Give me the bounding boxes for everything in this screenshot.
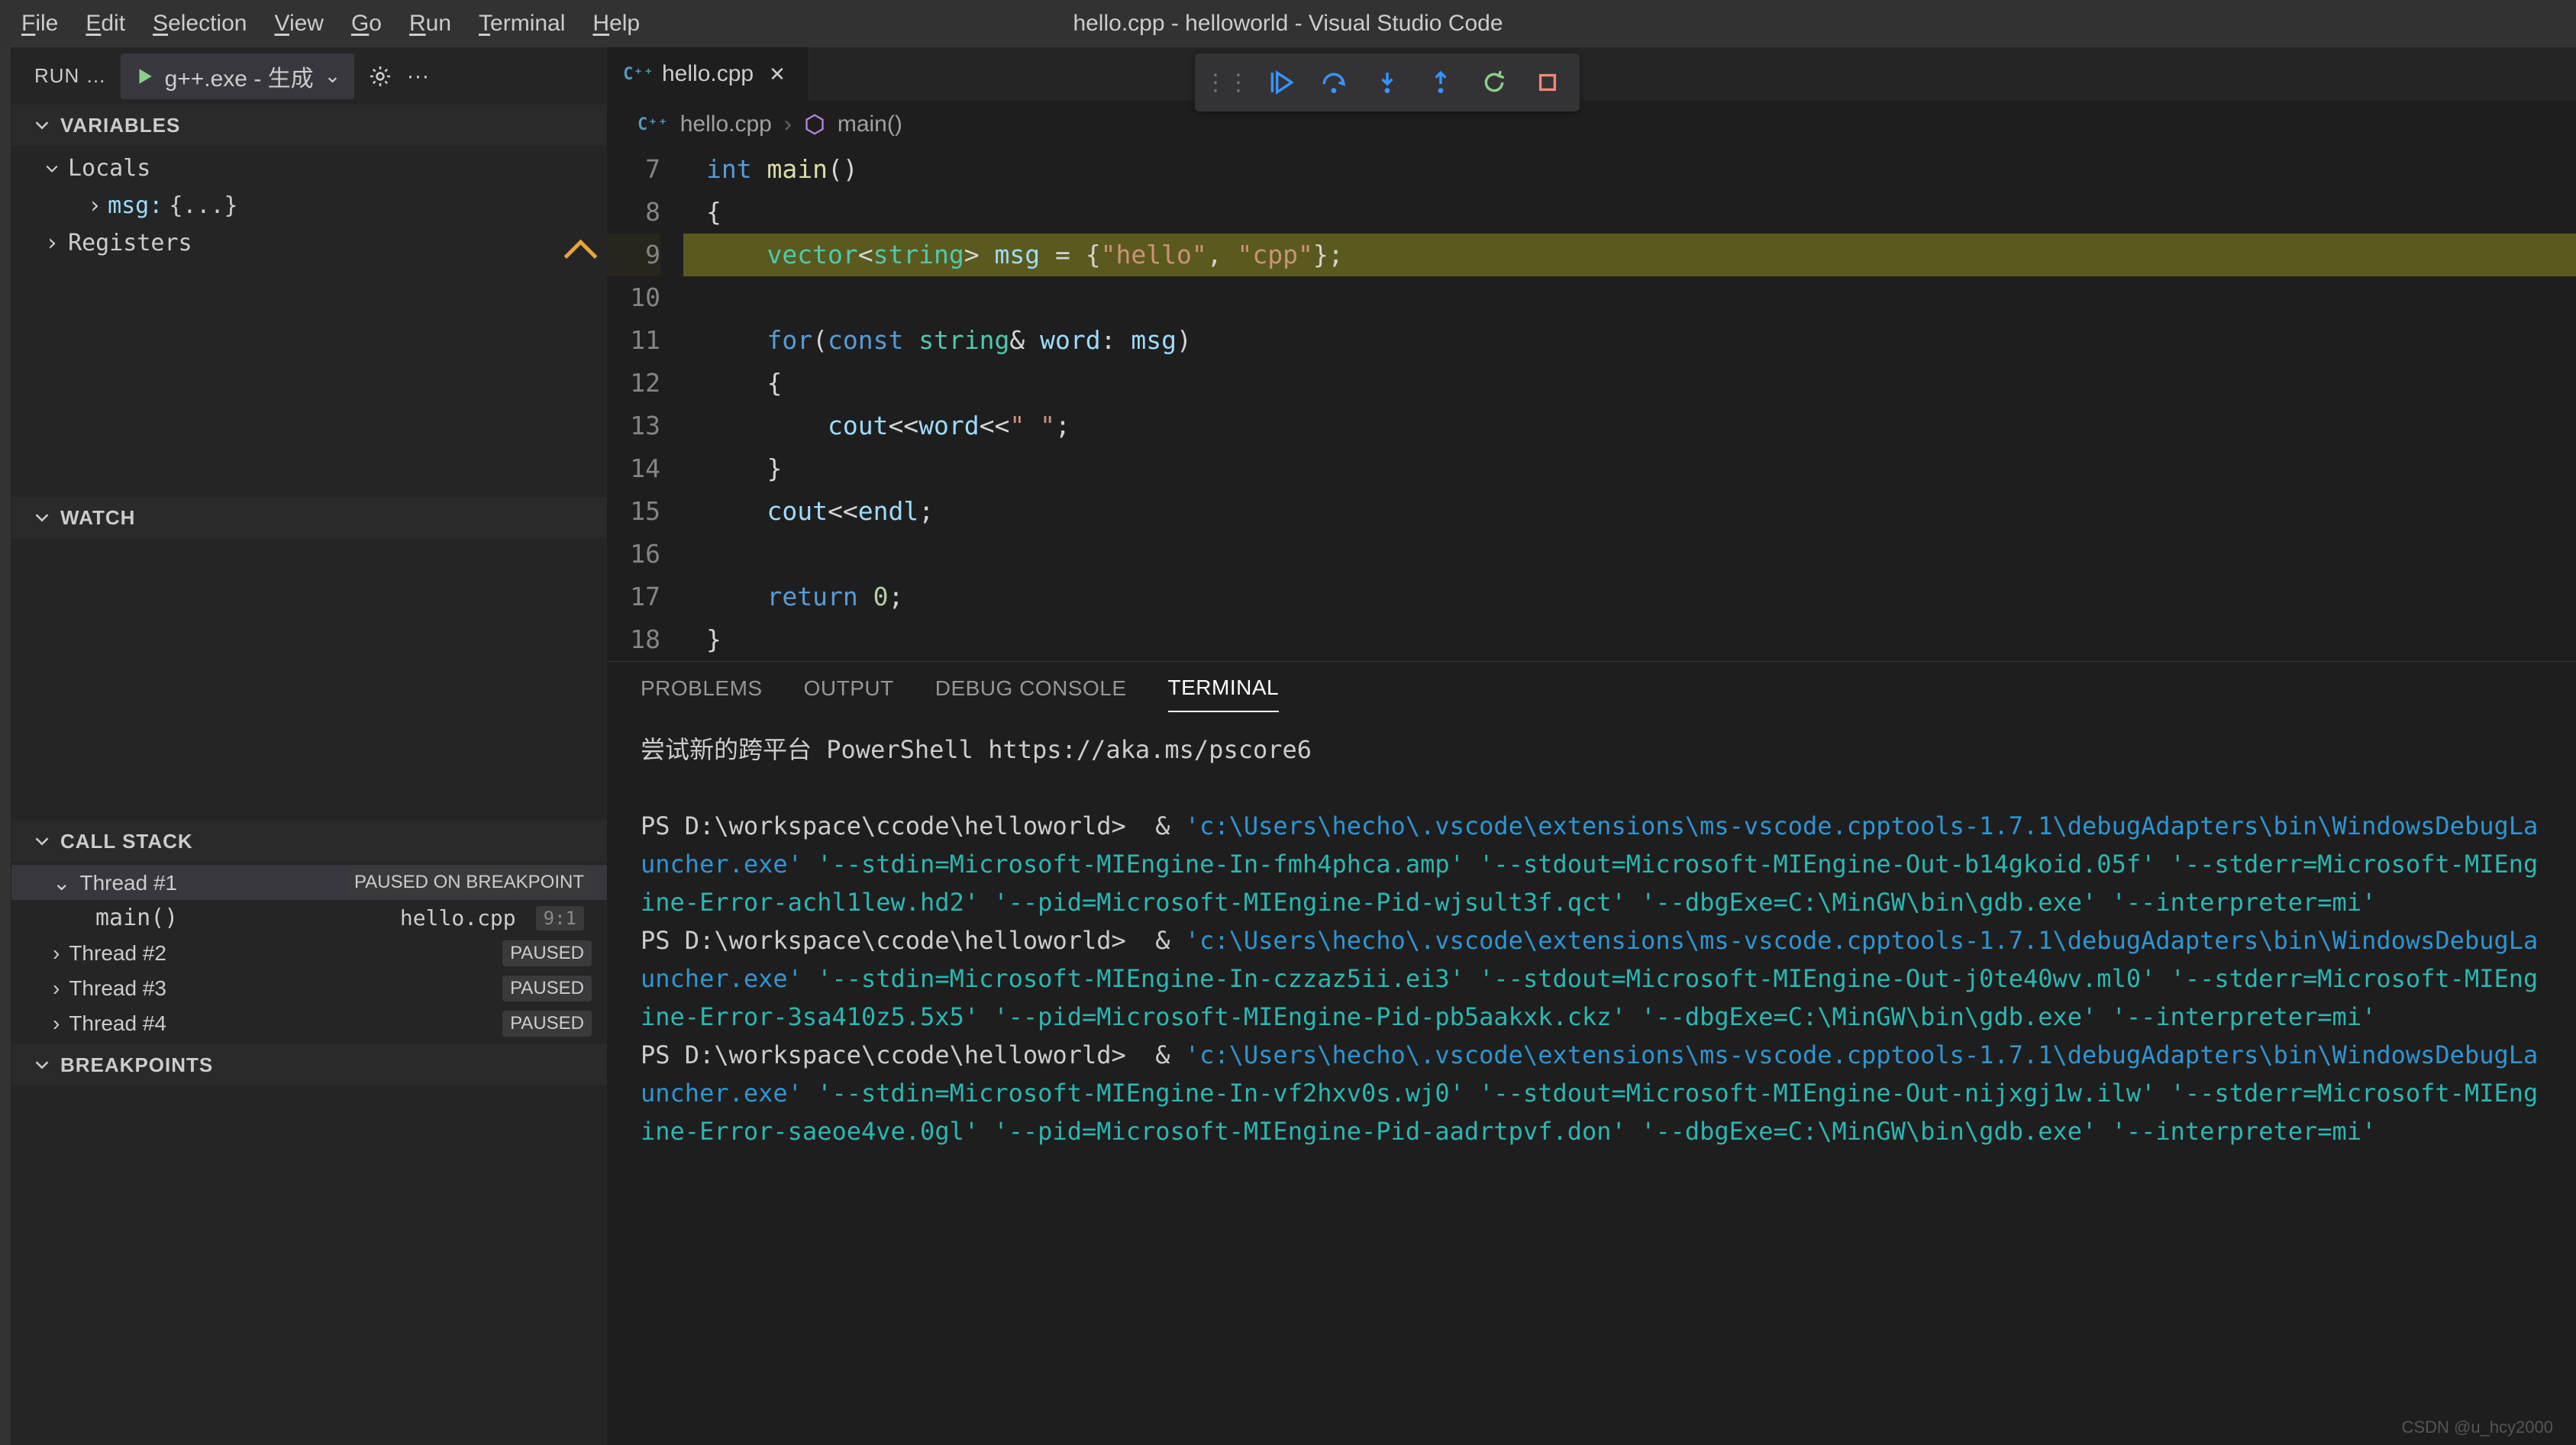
gear-icon[interactable] (368, 64, 392, 89)
callstack-header[interactable]: CALL STACK (11, 821, 607, 862)
watch-body (11, 538, 607, 821)
scope-registers[interactable]: › Registers (11, 224, 607, 263)
debug-toolbar[interactable]: ⋮⋮ (1195, 53, 1580, 111)
launch-config-dropdown[interactable]: g++.exe - 生成 ⌄ (121, 53, 355, 99)
step-into-button[interactable] (1370, 66, 1404, 99)
chevron-down-icon (34, 834, 50, 849)
menu-edit[interactable]: Edit (72, 6, 139, 41)
step-out-button[interactable] (1424, 66, 1457, 99)
menu-terminal[interactable]: Terminal (465, 6, 579, 41)
panel-tabs: PROBLEMS OUTPUT DEBUG CONSOLE TERMINAL (607, 662, 2576, 715)
continue-button[interactable] (1264, 66, 1297, 99)
breadcrumb-file[interactable]: hello.cpp (680, 111, 772, 137)
panel-tab-terminal[interactable]: TERMINAL (1168, 665, 1280, 712)
run-label: RUN … (34, 64, 107, 88)
scope-locals-label: Locals (68, 155, 150, 182)
run-header: RUN … g++.exe - 生成 ⌄ ··· (11, 47, 607, 105)
thread-row[interactable]: ›Thread #4PAUSED (11, 1006, 607, 1041)
chevron-down-icon (45, 162, 59, 176)
symbol-method-icon (804, 114, 825, 135)
code-lines[interactable]: int main(){ vector<string> msg = {"hello… (683, 148, 2576, 661)
thread-row[interactable]: ⌄Thread #1PAUSED ON BREAKPOINT (11, 865, 607, 900)
breadcrumb-symbol[interactable]: main() (838, 111, 902, 137)
variables-body: Locals › msg: {...} › Registers (11, 146, 607, 497)
variable-name: msg: (108, 192, 163, 219)
menu-view[interactable]: View (260, 6, 337, 41)
chevron-right-icon: › (784, 111, 792, 137)
menu-help[interactable]: Help (579, 6, 654, 41)
scope-registers-label: Registers (68, 230, 192, 256)
chevron-right-icon: › (45, 230, 59, 256)
drag-handle-icon[interactable]: ⋮⋮ (1210, 66, 1244, 99)
watermark: CSDN @u_hcy2000 (2402, 1418, 2553, 1437)
more-icon[interactable]: ··· (406, 63, 429, 89)
breakpoints-header[interactable]: BREAKPOINTS (11, 1044, 607, 1085)
variable-row[interactable]: › msg: {...} (11, 188, 607, 224)
stack-frame[interactable]: main()hello.cpp9:1 (11, 900, 607, 936)
menu-run[interactable]: Run (395, 6, 465, 41)
line-gutter[interactable]: 789101112131415161718 (607, 148, 683, 661)
editor-area: C⁺⁺ hello.cpp ✕ ⋮⋮ C⁺⁺ hello.cpp › mai (607, 47, 2576, 1445)
code-editor[interactable]: 789101112131415161718 int main(){ vector… (607, 148, 2576, 661)
menu-file[interactable]: File (8, 6, 72, 41)
breadcrumb[interactable]: C⁺⁺ hello.cpp › main() (607, 101, 2576, 148)
variable-value: {...} (169, 192, 237, 219)
panel-tab-output[interactable]: OUTPUT (804, 666, 894, 711)
panel-tab-debug-console[interactable]: DEBUG CONSOLE (935, 666, 1127, 711)
chevron-down-icon: ⌄ (324, 64, 341, 88)
debug-sidebar: RUN … g++.exe - 生成 ⌄ ··· VARIABLES (11, 47, 607, 1445)
menubar: FileEditSelectionViewGoRunTerminalHelp h… (0, 0, 2576, 47)
thread-row[interactable]: ›Thread #2PAUSED (11, 936, 607, 971)
cpp-file-icon: C⁺⁺ (627, 63, 650, 85)
chevron-right-icon: › (88, 192, 102, 219)
terminal[interactable]: 尝试新的跨平台 PowerShell https://aka.ms/pscore… (607, 715, 2576, 1445)
chevron-down-icon (34, 510, 50, 525)
menu-go[interactable]: Go (337, 6, 395, 41)
callstack-body: ⌄Thread #1PAUSED ON BREAKPOINTmain()hell… (11, 862, 607, 1044)
chevron-down-icon (34, 1057, 50, 1072)
activity-bar[interactable] (0, 47, 11, 1445)
stop-button[interactable] (1531, 66, 1564, 99)
watch-header[interactable]: WATCH (11, 497, 607, 538)
restart-button[interactable] (1477, 66, 1511, 99)
editor-tabs: C⁺⁺ hello.cpp ✕ (607, 47, 2576, 101)
tab-hello-cpp[interactable]: C⁺⁺ hello.cpp ✕ (607, 47, 809, 101)
scope-locals[interactable]: Locals (11, 149, 607, 188)
launch-config-name: g++.exe - 生成 (165, 60, 314, 93)
chevron-down-icon (34, 118, 50, 133)
step-over-button[interactable] (1317, 66, 1351, 99)
menu-selection[interactable]: Selection (139, 6, 260, 41)
play-icon (134, 66, 154, 86)
panel-tab-problems[interactable]: PROBLEMS (641, 666, 763, 711)
tab-filename: hello.cpp (662, 61, 754, 87)
watch-title: WATCH (60, 506, 135, 530)
variables-title: VARIABLES (60, 114, 180, 137)
thread-row[interactable]: ›Thread #3PAUSED (11, 971, 607, 1006)
cpp-file-icon: C⁺⁺ (638, 115, 668, 134)
close-icon[interactable]: ✕ (766, 63, 789, 86)
variables-header[interactable]: VARIABLES (11, 105, 607, 146)
callstack-title: CALL STACK (60, 830, 193, 853)
bottom-panel: PROBLEMS OUTPUT DEBUG CONSOLE TERMINAL 尝试新的… (607, 661, 2576, 1445)
breakpoints-title: BREAKPOINTS (60, 1053, 213, 1077)
